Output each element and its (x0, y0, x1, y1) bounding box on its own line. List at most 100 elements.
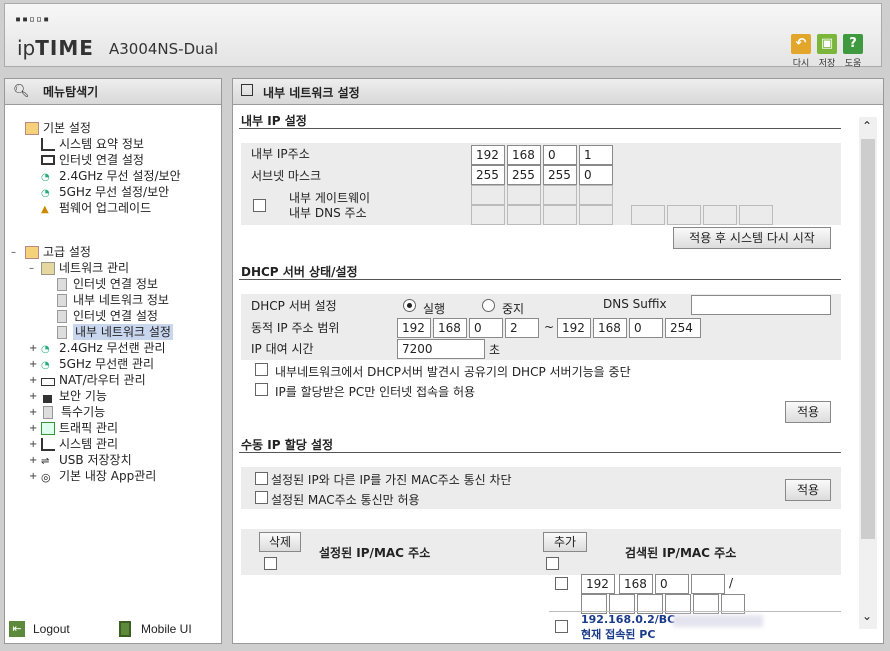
mask-octet-3[interactable] (543, 165, 577, 185)
add-button[interactable]: 추가 (543, 532, 587, 552)
tree-item-internet-info[interactable]: 인터넷 연결 정보 (57, 276, 158, 292)
range-end-octet-4[interactable] (665, 318, 701, 338)
mask-octet-2[interactable] (507, 165, 541, 185)
select-all-configured-checkbox[interactable] (264, 557, 277, 570)
dns2-octet-3[interactable] (703, 205, 737, 225)
tree-item-security[interactable]: 보안 기능 (41, 388, 107, 404)
tree-item-firmware[interactable]: ▲ 펌웨어 업그레이드 (41, 200, 151, 216)
tree-item-system-summary[interactable]: 시스템 요약 정보 (41, 136, 144, 152)
dns1-octet-4[interactable] (579, 205, 613, 225)
undo-button[interactable]: ↶ (791, 34, 811, 54)
mobile-ui-link[interactable]: Mobile UI (119, 621, 192, 637)
dhcp-stop-radio[interactable] (482, 299, 495, 312)
dns1-octet-2[interactable] (507, 205, 541, 225)
main-panel-header: 내부 네트워크 설정 (233, 79, 883, 105)
expand-icon[interactable]: + (29, 405, 37, 421)
new-ip-octet-4[interactable] (691, 574, 725, 594)
ip-octet-1[interactable] (471, 145, 505, 165)
expand-icon[interactable]: + (29, 469, 37, 485)
logout-link[interactable]: ⇤ Logout (9, 621, 70, 637)
expand-icon[interactable]: + (29, 357, 37, 373)
gateway-octet-4[interactable] (579, 185, 613, 205)
scroll-down-icon[interactable]: ⌄ (862, 609, 872, 623)
range-start-octet-1[interactable] (397, 318, 431, 338)
tree-network-management[interactable]: 네트워크 관리 (41, 260, 129, 276)
dns2-octet-1[interactable] (631, 205, 665, 225)
new-ip-octet-3[interactable] (655, 574, 689, 594)
tree-item-label: 내부 네트워크 정보 (73, 293, 169, 307)
dhcp-stop-on-detect-checkbox[interactable] (255, 363, 268, 376)
range-end-octet-1[interactable] (557, 318, 591, 338)
tree-item-label: NAT/라우터 관리 (59, 373, 146, 387)
current-pc-checkbox[interactable] (555, 620, 568, 633)
tree-item-internal-network-setup[interactable]: 내부 네트워크 설정 (57, 324, 173, 340)
tree-item-24ghz-wireless[interactable]: ◔ 2.4GHz 무선 설정/보안 (41, 168, 181, 184)
tree-item-label-selected: 내부 네트워크 설정 (73, 324, 173, 340)
manual-apply-button[interactable]: 적용 (785, 479, 831, 501)
help-button[interactable]: ? (843, 34, 863, 54)
scroll-up-icon[interactable]: ⌃ (862, 119, 872, 133)
chart-icon (41, 437, 55, 451)
range-start-octet-2[interactable] (433, 318, 467, 338)
allow-mac-only-checkbox[interactable] (255, 491, 268, 504)
tree-item-apps[interactable]: ◎ 기본 내장 App관리 (41, 468, 156, 484)
gateway-octet-1[interactable] (471, 185, 505, 205)
gateway-octet-2[interactable] (507, 185, 541, 205)
tree-item-label: 펌웨어 업그레이드 (59, 201, 152, 215)
tree-item-traffic[interactable]: 트래픽 관리 (41, 420, 118, 436)
dhcp-apply-button[interactable]: 적용 (785, 401, 831, 423)
select-all-found-checkbox[interactable] (546, 557, 559, 570)
apply-restart-button[interactable]: 적용 후 시스템 다시 시작 (673, 227, 831, 249)
delete-button[interactable]: 삭제 (259, 532, 301, 552)
range-end-octet-2[interactable] (593, 318, 627, 338)
expand-icon[interactable]: + (29, 437, 37, 453)
range-start-octet-4[interactable] (505, 318, 539, 338)
tree-item-internet-setup-2[interactable]: 인터넷 연결 설정 (57, 308, 158, 324)
scrollbar-thumb[interactable] (861, 139, 875, 539)
tree-item-24ghz-lan[interactable]: ◔ 2.4GHz 무선랜 관리 (41, 340, 166, 356)
tree-basic-settings[interactable]: 기본 설정 (25, 120, 91, 136)
range-start-octet-3[interactable] (469, 318, 503, 338)
ip-octet-4[interactable] (579, 145, 613, 165)
mask-octet-4[interactable] (579, 165, 613, 185)
dns1-octet-3[interactable] (543, 205, 577, 225)
dhcp-only-assigned-checkbox[interactable] (255, 383, 268, 396)
current-pc-address[interactable]: 192.168.0.2/BC- (581, 613, 680, 626)
new-entry-checkbox[interactable] (555, 577, 568, 590)
new-ip-octet-1[interactable] (581, 574, 615, 594)
collapse-icon[interactable]: – (29, 261, 37, 277)
tree-item-internal-network-info[interactable]: 내부 네트워크 정보 (57, 292, 169, 308)
tree-item-special[interactable]: 특수기능 (41, 404, 105, 420)
tree-item-system[interactable]: 시스템 관리 (41, 436, 118, 452)
expand-icon[interactable]: + (29, 453, 37, 469)
tree-item-usb[interactable]: ⇌ USB 저장장치 (41, 452, 132, 468)
dns2-octet-2[interactable] (667, 205, 701, 225)
new-ip-octet-2[interactable] (619, 574, 653, 594)
range-end-octet-3[interactable] (629, 318, 663, 338)
dhcp-stop-label: 중지 (502, 302, 525, 316)
save-button[interactable]: ▣ (817, 34, 837, 54)
collapse-icon[interactable]: – (11, 245, 19, 261)
tree-advanced-settings[interactable]: 고급 설정 (25, 244, 91, 260)
expand-icon[interactable]: + (29, 389, 37, 405)
tree-item-5ghz-wireless[interactable]: ◔ 5GHz 무선 설정/보안 (41, 184, 169, 200)
dns2-octet-4[interactable] (739, 205, 773, 225)
tree-item-5ghz-lan[interactable]: ◔ 5GHz 무선랜 관리 (41, 356, 154, 372)
expand-icon[interactable]: + (29, 341, 37, 357)
mask-octet-1[interactable] (471, 165, 505, 185)
block-different-ip-checkbox[interactable] (255, 472, 268, 485)
configured-list-title: 설정된 IP/MAC 주소 (319, 546, 431, 560)
tree-item-internet-setup[interactable]: 인터넷 연결 설정 (41, 152, 144, 168)
ip-octet-2[interactable] (507, 145, 541, 165)
dns-suffix-input[interactable] (691, 295, 831, 315)
expand-icon[interactable]: + (29, 373, 37, 389)
lease-time-input[interactable] (397, 339, 485, 359)
gateway-octet-3[interactable] (543, 185, 577, 205)
dns1-octet-1[interactable] (471, 205, 505, 225)
tree-item-nat-router[interactable]: NAT/라우터 관리 (41, 372, 146, 388)
mobile-ui-label: Mobile UI (141, 622, 192, 636)
expand-icon[interactable]: + (29, 421, 37, 437)
dhcp-run-radio[interactable] (403, 299, 416, 312)
ip-octet-3[interactable] (543, 145, 577, 165)
gateway-dns-checkbox[interactable] (253, 199, 266, 212)
